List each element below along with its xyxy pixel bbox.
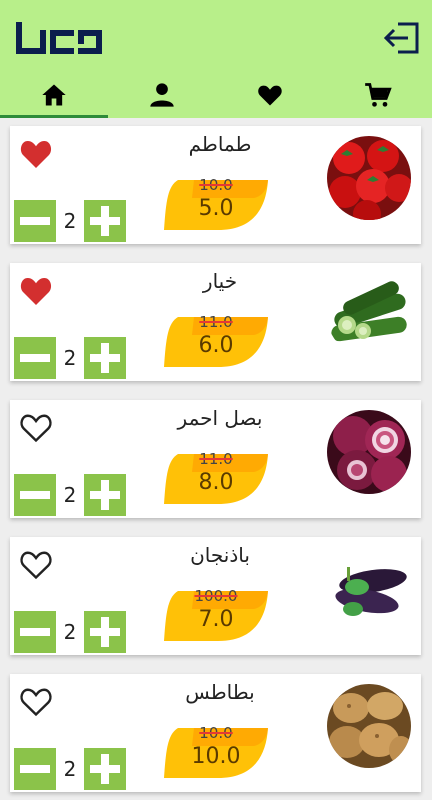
- tab-cart[interactable]: [324, 72, 432, 118]
- old-price: 10.0: [199, 724, 233, 742]
- increase-button[interactable]: [84, 337, 126, 379]
- home-icon: [42, 84, 66, 106]
- quantity-value: 2: [63, 209, 77, 233]
- tab-bar: [0, 72, 432, 118]
- old-price: 10.0: [199, 176, 233, 194]
- quantity-value: 2: [63, 483, 77, 507]
- heart-outline-icon[interactable]: [18, 684, 54, 718]
- old-price: 11.0: [199, 313, 233, 331]
- quantity-value: 2: [63, 620, 77, 644]
- product-image: [327, 136, 411, 220]
- tab-profile[interactable]: [108, 72, 216, 118]
- product-image: [327, 273, 411, 357]
- product-name: خيار: [202, 269, 238, 293]
- product-card: 2 بصل احمر 11.0 8.0: [10, 400, 421, 518]
- app-header: [0, 0, 432, 118]
- quantity-stepper: 2: [14, 611, 126, 653]
- current-price: 6.0: [198, 333, 234, 358]
- price-tag: 10.0 5.0: [164, 176, 268, 232]
- price-tag: 11.0 6.0: [164, 313, 268, 369]
- eggplants-image: [327, 547, 411, 631]
- price-tag: 10.0 10.0: [164, 724, 268, 780]
- decrease-button[interactable]: [14, 611, 56, 653]
- product-name: طماطم: [188, 132, 252, 156]
- product-card: 2 طماطم 10.0 5.0: [10, 126, 421, 244]
- product-name: بطاطس: [185, 680, 255, 704]
- quantity-stepper: 2: [14, 337, 126, 379]
- heart-icon: [258, 85, 282, 106]
- decrease-button[interactable]: [14, 474, 56, 516]
- cart-icon: [365, 83, 392, 107]
- price-tag: 100.0 7.0: [164, 587, 268, 643]
- decrease-button[interactable]: [14, 748, 56, 790]
- product-name: بصل احمر: [177, 406, 263, 430]
- logout-icon[interactable]: [384, 22, 420, 54]
- product-image: [327, 684, 411, 768]
- price-tag: 11.0 8.0: [164, 450, 268, 506]
- product-list: 2 طماطم 10.0 5.0 2 خيار 11.0 6.0 2 بصل ا…: [0, 118, 432, 800]
- increase-button[interactable]: [84, 611, 126, 653]
- quantity-stepper: 2: [14, 200, 126, 242]
- current-price: 10.0: [191, 744, 241, 769]
- potatoes-image: [327, 684, 411, 768]
- quantity-stepper: 2: [14, 748, 126, 790]
- product-name: باذنجان: [190, 543, 250, 567]
- tomatoes-image: [327, 136, 411, 220]
- increase-button[interactable]: [84, 474, 126, 516]
- current-price: 7.0: [198, 607, 234, 632]
- old-price: 100.0: [194, 587, 238, 605]
- current-price: 5.0: [198, 196, 234, 221]
- heart-filled-icon[interactable]: [18, 273, 54, 307]
- product-image: [327, 547, 411, 631]
- app-logo: [16, 22, 102, 54]
- quantity-value: 2: [63, 757, 77, 781]
- heart-filled-icon[interactable]: [18, 136, 54, 170]
- heart-outline-icon[interactable]: [18, 410, 54, 444]
- decrease-button[interactable]: [14, 200, 56, 242]
- increase-button[interactable]: [84, 748, 126, 790]
- tab-favorites[interactable]: [216, 72, 324, 118]
- quantity-stepper: 2: [14, 474, 126, 516]
- quantity-value: 2: [63, 346, 77, 370]
- product-card: 2 باذنجان 100.0 7.0: [10, 537, 421, 655]
- product-card: 2 خيار 11.0 6.0: [10, 263, 421, 381]
- increase-button[interactable]: [84, 200, 126, 242]
- tab-home[interactable]: [0, 72, 108, 118]
- product-card: 2 بطاطس 10.0 10.0: [10, 674, 421, 792]
- decrease-button[interactable]: [14, 337, 56, 379]
- person-icon: [150, 83, 174, 107]
- heart-outline-icon[interactable]: [18, 547, 54, 581]
- old-price: 11.0: [199, 450, 233, 468]
- cucumbers-image: [327, 273, 411, 357]
- current-price: 8.0: [198, 470, 234, 495]
- red-onions-image: [327, 410, 411, 494]
- product-image: [327, 410, 411, 494]
